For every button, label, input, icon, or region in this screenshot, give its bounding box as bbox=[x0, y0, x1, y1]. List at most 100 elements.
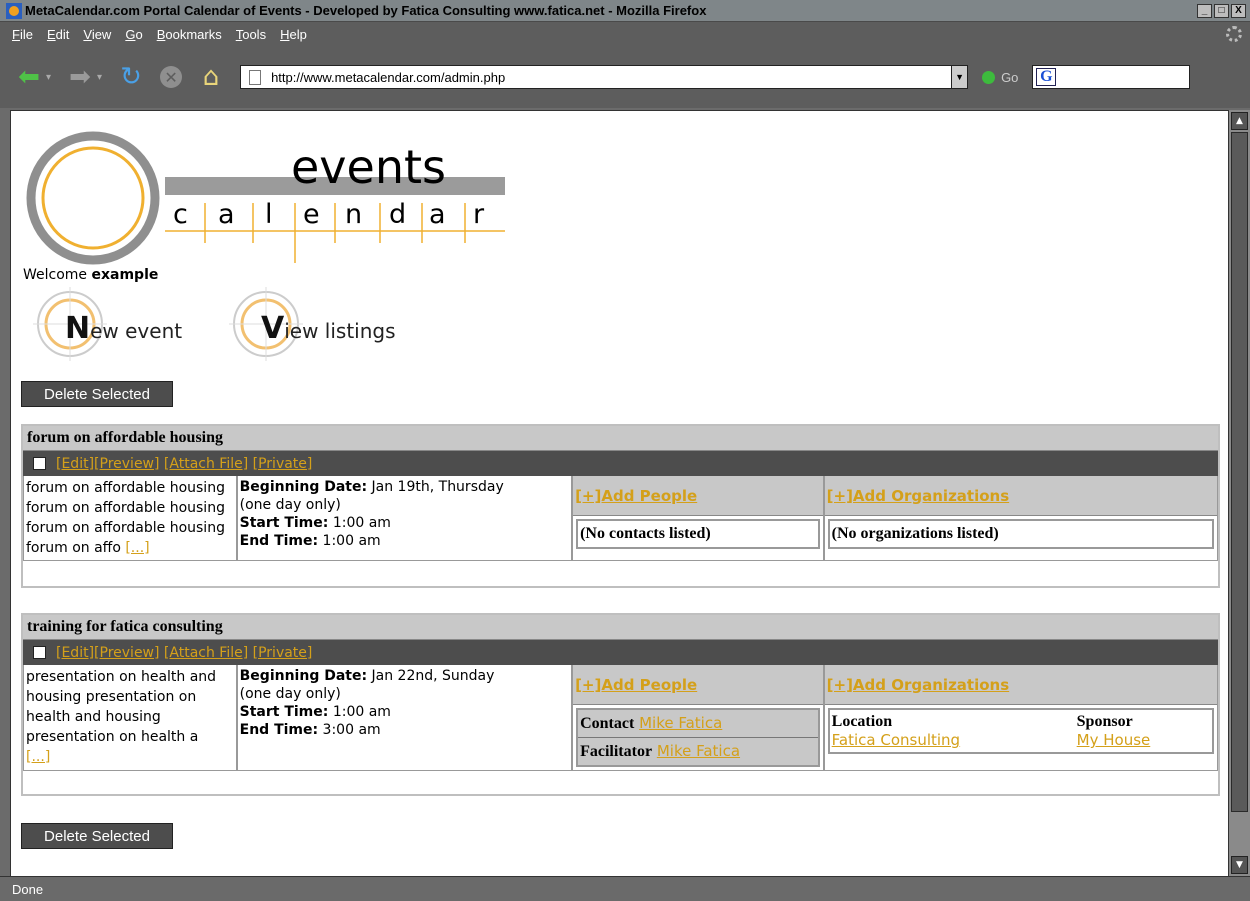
new-event-button[interactable]: New event bbox=[33, 287, 182, 363]
attach-file-link[interactable]: [Attach File] bbox=[164, 456, 248, 472]
start-label: Start Time: bbox=[239, 704, 329, 720]
search-box[interactable]: G bbox=[1032, 65, 1191, 89]
scroll-up-icon[interactable]: ▲ bbox=[1231, 112, 1248, 130]
add-people-link[interactable]: [+]Add People bbox=[573, 665, 823, 705]
stop-icon[interactable]: ✕ bbox=[160, 66, 183, 88]
logo-letter: d bbox=[389, 199, 406, 230]
edit-link[interactable]: [Edit] bbox=[56, 645, 94, 661]
url-text[interactable]: http://www.metacalendar.com/admin.php bbox=[271, 70, 951, 85]
preview-link[interactable]: [Preview] bbox=[94, 645, 159, 661]
menu-file[interactable]: File bbox=[12, 27, 33, 42]
go-icon bbox=[982, 70, 996, 84]
forward-arrow-icon[interactable]: ➡ bbox=[65, 62, 95, 92]
events-calendar-logo: events c a l e n d a r bbox=[26, 131, 505, 265]
minimize-button[interactable]: _ bbox=[1197, 3, 1212, 18]
window-title: MetaCalendar.com Portal Calendar of Even… bbox=[25, 3, 707, 18]
private-link[interactable]: [Private] bbox=[253, 645, 313, 661]
menu-go[interactable]: Go bbox=[125, 27, 142, 42]
go-label: Go bbox=[1001, 69, 1019, 85]
start-value: 1:00 am bbox=[328, 515, 391, 531]
page-icon bbox=[249, 69, 262, 85]
window-controls: _ □ X bbox=[1197, 3, 1246, 18]
more-link[interactable]: [...] bbox=[125, 540, 149, 556]
reload-icon[interactable]: ↻ bbox=[116, 62, 146, 92]
beginning-value: Jan 22nd, Sunday bbox=[367, 668, 495, 684]
duration-value: (one day only) bbox=[239, 497, 341, 513]
close-button[interactable]: X bbox=[1231, 3, 1246, 18]
event-people: [+]Add People (No contacts listed) bbox=[572, 476, 824, 561]
page-viewport: events c a l e n d a r Welcome example N… bbox=[10, 110, 1228, 876]
event-organizations: [+]Add Organizations Location Fatica Con… bbox=[823, 665, 1218, 771]
event-description: presentation on health and housing prese… bbox=[23, 665, 237, 771]
end-value: 3:00 am bbox=[318, 722, 381, 738]
menu-view[interactable]: View bbox=[83, 27, 111, 42]
beginning-label: Beginning Date: bbox=[239, 668, 368, 684]
no-organizations-message: (No organizations listed) bbox=[827, 519, 1214, 549]
logo-events-text: events bbox=[291, 140, 446, 194]
go-button[interactable]: Go bbox=[982, 70, 1018, 85]
logo-letter: a bbox=[429, 199, 446, 230]
event-title: training for fatica consulting bbox=[23, 615, 1218, 640]
logo-letter: e bbox=[303, 199, 320, 230]
delete-selected-button-bottom[interactable]: Delete Selected bbox=[21, 823, 173, 849]
scroll-down-icon[interactable]: ▼ bbox=[1231, 856, 1248, 874]
more-link[interactable]: [...] bbox=[26, 749, 50, 765]
org-name-link[interactable]: Fatica Consulting bbox=[832, 731, 960, 749]
view-listings-button[interactable]: View listings bbox=[229, 287, 396, 363]
org-column: Location Fatica Consulting bbox=[830, 710, 1075, 752]
beginning-value: Jan 19th, Thursday bbox=[367, 479, 504, 495]
vertical-scrollbar[interactable]: ▲ ▼ bbox=[1228, 110, 1250, 876]
view-listings-label: View listings bbox=[229, 305, 396, 346]
delete-selected-button-top[interactable]: Delete Selected bbox=[21, 381, 173, 407]
new-event-rest: ew event bbox=[90, 318, 183, 343]
select-checkbox[interactable] bbox=[33, 646, 46, 659]
event-title: forum on affordable housing bbox=[23, 426, 1218, 451]
private-link[interactable]: [Private] bbox=[253, 456, 313, 472]
navigation-toolbar: ⬅ ▾ ➡ ▾ ↻ ✕ ⌂ http://www.metacalendar.co… bbox=[0, 46, 1250, 108]
beginning-label: Beginning Date: bbox=[239, 479, 368, 495]
new-event-label: New event bbox=[33, 305, 182, 346]
person-name-link[interactable]: Mike Fatica bbox=[639, 714, 722, 732]
edit-link[interactable]: [Edit] bbox=[56, 456, 94, 472]
window-titlebar: MetaCalendar.com Portal Calendar of Even… bbox=[0, 0, 1250, 22]
event-body: presentation on health and housing prese… bbox=[23, 665, 1218, 771]
org-column: Sponsor My House bbox=[1075, 710, 1153, 752]
add-organizations-link[interactable]: [+]Add Organizations bbox=[824, 665, 1217, 705]
menu-edit[interactable]: Edit bbox=[47, 27, 69, 42]
google-search-icon[interactable]: G bbox=[1036, 68, 1057, 86]
menu-bookmarks[interactable]: Bookmarks bbox=[157, 27, 222, 42]
forward-history-dropdown-icon[interactable]: ▾ bbox=[97, 72, 102, 83]
add-people-link[interactable]: [+]Add People bbox=[573, 476, 823, 516]
menu-help[interactable]: Help bbox=[280, 27, 307, 42]
username: example bbox=[91, 267, 159, 283]
org-name-link[interactable]: My House bbox=[1077, 731, 1151, 749]
scrollbar-thumb[interactable] bbox=[1231, 132, 1248, 812]
start-label: Start Time: bbox=[239, 515, 329, 531]
person-role: Facilitator bbox=[580, 743, 653, 760]
person-name-link[interactable]: Mike Fatica bbox=[657, 742, 740, 760]
back-arrow-icon[interactable]: ⬅ bbox=[14, 62, 44, 92]
status-bar: Done bbox=[0, 876, 1250, 901]
address-bar[interactable]: http://www.metacalendar.com/admin.php ▼ bbox=[240, 65, 969, 89]
select-checkbox[interactable] bbox=[33, 457, 46, 470]
logo-letter: n bbox=[345, 199, 362, 230]
event-card: forum on affordable housing [Edit] [Prev… bbox=[21, 424, 1220, 588]
logo-letter: a bbox=[218, 199, 235, 230]
logo-letter: l bbox=[265, 199, 273, 230]
org-role: Location bbox=[831, 713, 893, 730]
logo-calendar-letters: c a l e n d a r bbox=[173, 199, 485, 230]
event-description: forum on affordable housing forum on aff… bbox=[23, 476, 237, 561]
preview-link[interactable]: [Preview] bbox=[94, 456, 159, 472]
maximize-button[interactable]: □ bbox=[1214, 3, 1229, 18]
logo-letter: r bbox=[473, 199, 485, 230]
welcome-prefix: Welcome bbox=[23, 267, 92, 283]
attach-file-link[interactable]: [Attach File] bbox=[164, 645, 248, 661]
menu-tools[interactable]: Tools bbox=[236, 27, 266, 42]
menu-bar: File Edit View Go Bookmarks Tools Help bbox=[0, 22, 1250, 46]
firefox-app-icon bbox=[6, 2, 22, 19]
home-icon[interactable]: ⌂ bbox=[196, 62, 226, 92]
url-dropdown-icon[interactable]: ▼ bbox=[951, 66, 968, 88]
add-organizations-link[interactable]: [+]Add Organizations bbox=[824, 476, 1217, 516]
event-actions-bar: [Edit] [Preview] [Attach File] [Private] bbox=[23, 451, 1218, 476]
back-history-dropdown-icon[interactable]: ▾ bbox=[46, 72, 51, 83]
